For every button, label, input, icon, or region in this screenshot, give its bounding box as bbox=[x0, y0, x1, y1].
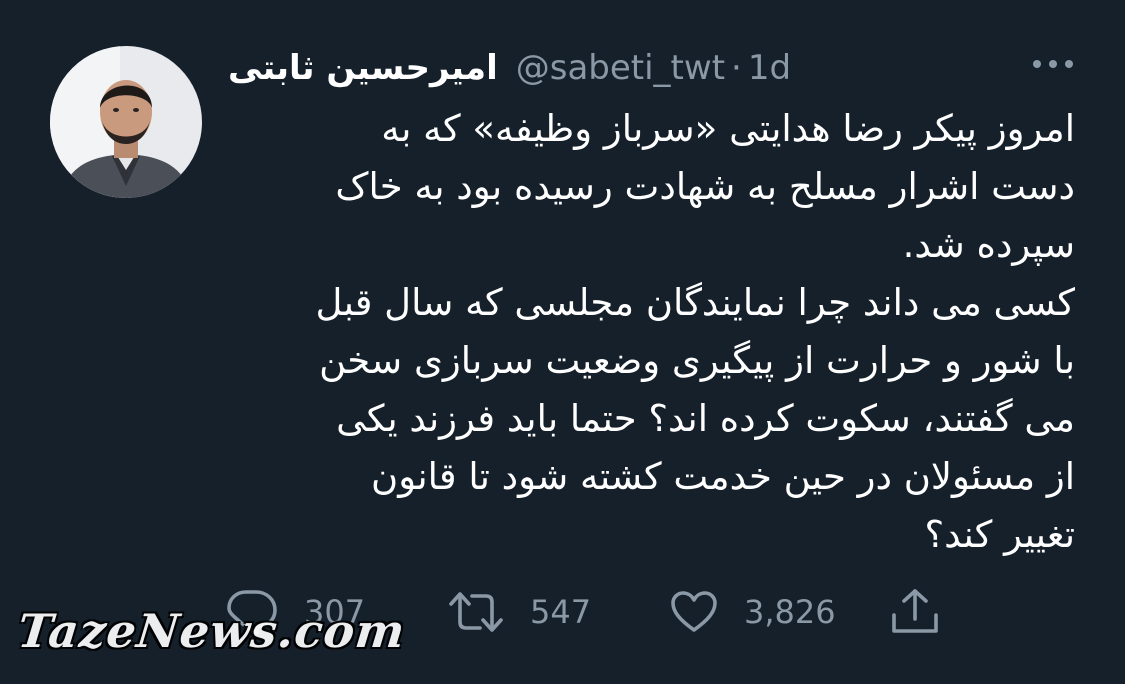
more-options-icon[interactable] bbox=[1028, 52, 1078, 76]
retweet-button[interactable]: 547 bbox=[448, 584, 591, 640]
heart-icon bbox=[670, 590, 718, 634]
like-button[interactable]: 3,826 bbox=[670, 584, 836, 640]
tweet-line: با شور و حرارت از پیگیری وضعیت سربازی سخ… bbox=[319, 339, 1075, 382]
tweet-text: امروز پیکر رضا هدایتی «سرباز وظیفه» که ب… bbox=[225, 100, 1075, 564]
timestamp[interactable]: 1d bbox=[748, 48, 791, 88]
retweet-count: 547 bbox=[530, 593, 592, 631]
tweet-line: از مسئولان در حین خدمت کشته شود تا قانون bbox=[371, 455, 1075, 498]
like-count: 3,826 bbox=[744, 593, 836, 631]
separator-dot: · bbox=[731, 48, 742, 88]
tweet-line: تغییر کند؟ bbox=[924, 513, 1076, 556]
tweet-line: دست اشرار مسلح به شهادت رسیده بود به خاک bbox=[335, 165, 1075, 208]
watermark-logo: TazeNews.com bbox=[15, 604, 409, 658]
retweet-icon bbox=[448, 590, 504, 634]
tweet-line: می گفتند، سکوت کرده اند؟ حتما باید فرزند… bbox=[336, 397, 1075, 440]
share-icon bbox=[890, 587, 940, 637]
user-handle[interactable]: @sabeti_twt bbox=[516, 48, 725, 88]
display-name[interactable]: امیرحسین ثابتی bbox=[228, 48, 498, 88]
tweet-line: سپرده شد. bbox=[902, 223, 1075, 266]
tweet-card: امیرحسین ثابتی @sabeti_twt · 1d امروز پی… bbox=[0, 0, 1125, 684]
tweet-line: کسی می داند چرا نمایندگان مجلسی که سال ق… bbox=[315, 281, 1075, 324]
tweet-header: امیرحسین ثابتی @sabeti_twt · 1d bbox=[228, 40, 791, 96]
share-button[interactable] bbox=[890, 584, 940, 640]
tweet-line: امروز پیکر رضا هدایتی «سرباز وظیفه» که ب… bbox=[381, 107, 1075, 150]
avatar[interactable] bbox=[50, 46, 202, 198]
